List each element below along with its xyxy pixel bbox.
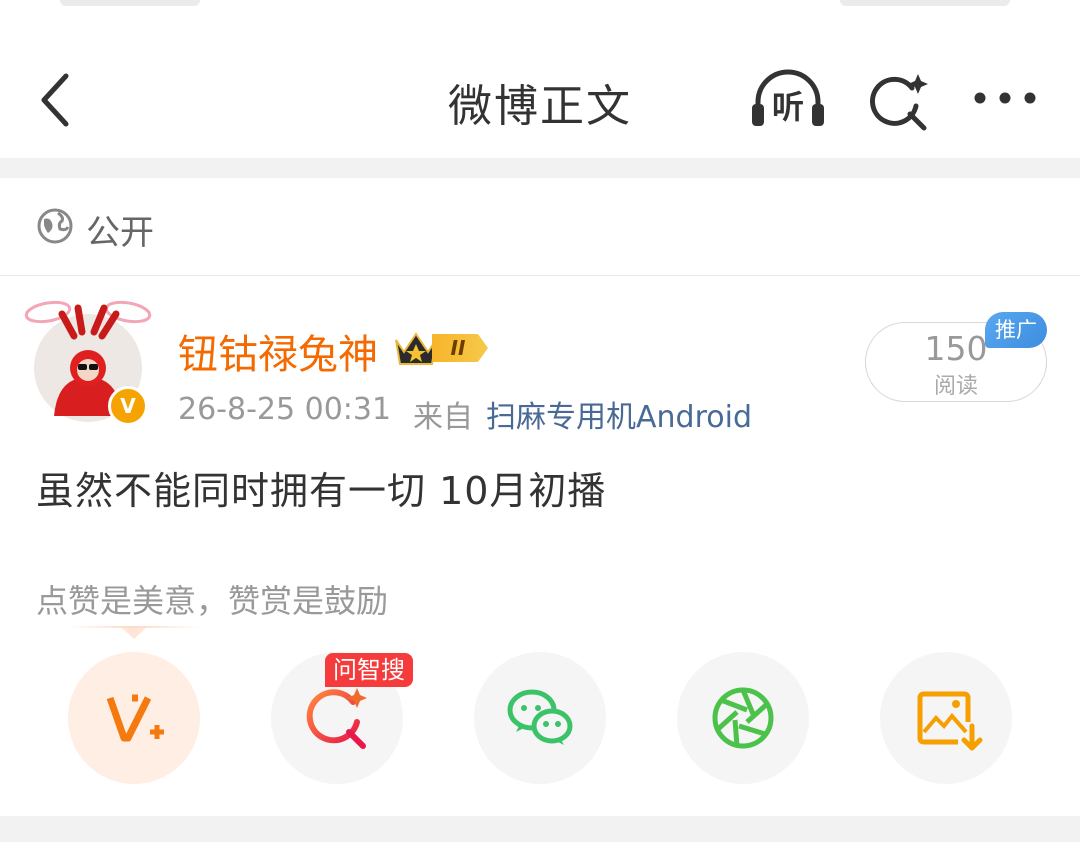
reward-hint: 点赞是美意，赞赏是鼓励 — [36, 582, 389, 620]
read-label: 阅读 — [933, 374, 978, 399]
wechat-icon — [507, 689, 573, 745]
listen-label: 听 — [771, 88, 804, 126]
post-source[interactable]: 扫麻专用机Android — [486, 392, 752, 436]
post-time: 26-8-25 00:31 — [178, 392, 392, 427]
bottom-divider — [0, 816, 1080, 842]
status-bar-right — [840, 0, 1010, 6]
moments-icon — [712, 687, 774, 749]
avatar[interactable]: V — [24, 296, 154, 426]
wechat-share-button[interactable] — [474, 652, 606, 784]
listen-button[interactable]: 听 — [750, 68, 826, 130]
globe-icon — [36, 207, 74, 245]
promote-badge[interactable]: 推广 — [985, 312, 1047, 348]
moments-share-button[interactable] — [677, 652, 809, 784]
author-name[interactable]: 钮钴禄兔神 — [178, 322, 378, 380]
section-divider — [0, 158, 1080, 178]
visibility-label: 公开 — [86, 213, 154, 253]
post-text: 虽然不能同时拥有一切 10月初播 — [36, 469, 607, 513]
zhisou-badge: 问智搜 — [325, 653, 413, 687]
member-level-badge[interactable]: II — [392, 326, 502, 368]
save-image-icon — [917, 691, 983, 751]
v-plus-icon — [106, 694, 164, 742]
ai-search-icon — [870, 74, 928, 131]
source-prefix: 来自 — [413, 400, 473, 435]
v-plus-button[interactable] — [68, 652, 200, 784]
tooltip-pointer — [122, 628, 146, 639]
level-text: II — [450, 336, 466, 360]
more-dots-icon — [974, 92, 1036, 104]
verified-badge: V — [108, 386, 148, 426]
more-button[interactable] — [972, 88, 1038, 108]
save-image-button[interactable] — [880, 652, 1012, 784]
status-bar-left — [60, 0, 200, 6]
search-button[interactable] — [868, 70, 930, 132]
visibility-row — [0, 178, 1080, 276]
